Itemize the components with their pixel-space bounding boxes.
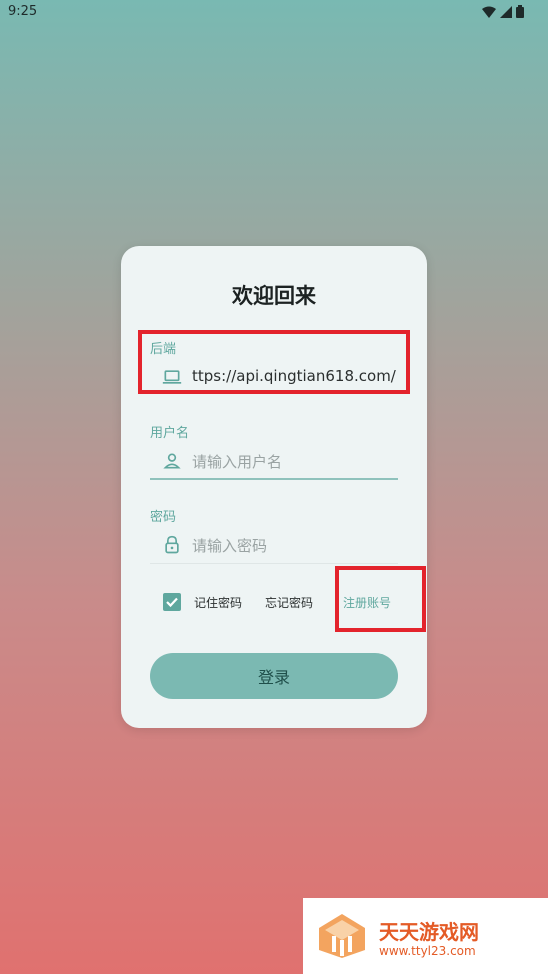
username-label: 用户名 bbox=[150, 426, 190, 441]
password-input[interactable]: 请输入密码 bbox=[192, 535, 267, 556]
watermark: 天天游戏网 www.ttyl23.com bbox=[303, 898, 548, 974]
checkmark-icon bbox=[166, 597, 178, 608]
login-card: 欢迎回来 后端 ttps://api.qingtian618.com/ 用户名 … bbox=[121, 246, 427, 728]
username-field[interactable]: 请输入用户名 bbox=[150, 442, 398, 480]
status-time: 9:25 bbox=[8, 4, 38, 19]
register-highlight-box bbox=[335, 566, 426, 632]
login-button[interactable]: 登录 bbox=[150, 653, 398, 699]
wifi-icon bbox=[482, 6, 496, 18]
password-label: 密码 bbox=[150, 510, 177, 525]
signal-icon bbox=[500, 5, 512, 18]
watermark-logo-icon bbox=[319, 914, 365, 958]
remember-label[interactable]: 记住密码 bbox=[194, 594, 242, 611]
person-icon bbox=[163, 453, 181, 469]
status-icons bbox=[482, 5, 524, 18]
backend-highlight-box bbox=[138, 330, 410, 394]
username-input[interactable]: 请输入用户名 bbox=[192, 451, 282, 472]
status-bar: 9:25 bbox=[0, 0, 548, 24]
page-title: 欢迎回来 bbox=[232, 284, 316, 308]
watermark-title: 天天游戏网 bbox=[379, 920, 479, 944]
watermark-url: www.ttyl23.com bbox=[379, 944, 476, 958]
lock-icon bbox=[165, 535, 179, 554]
forgot-password-link[interactable]: 忘记密码 bbox=[265, 594, 313, 611]
remember-checkbox[interactable] bbox=[163, 593, 181, 611]
password-field[interactable]: 请输入密码 bbox=[150, 526, 398, 564]
battery-icon bbox=[516, 5, 524, 18]
